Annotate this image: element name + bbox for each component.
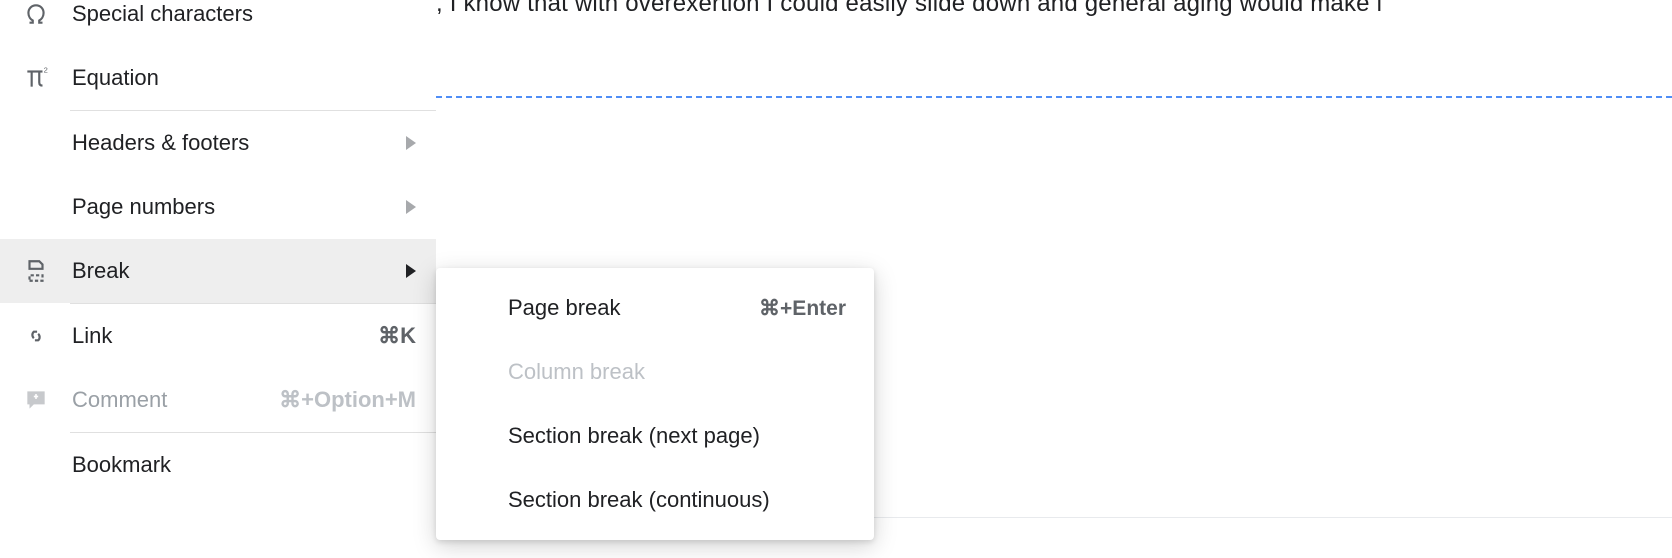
submenu-item-label: Column break xyxy=(508,359,846,385)
menu-item-label: Special characters xyxy=(72,1,416,27)
menu-item-special-characters[interactable]: Special characters xyxy=(0,0,436,46)
menu-item-label: Page numbers xyxy=(72,194,406,220)
menu-item-break[interactable]: Break xyxy=(0,239,436,303)
menu-shortcut: ⌘+Option+M xyxy=(279,387,416,413)
document-text-fragment: , I know that with overexertion I could … xyxy=(436,0,1382,18)
menu-item-bookmark[interactable]: Bookmark xyxy=(0,433,436,497)
break-submenu: Page break ⌘+Enter Column break Section … xyxy=(436,268,874,540)
menu-item-equation[interactable]: 2 Equation xyxy=(0,46,436,110)
menu-item-link[interactable]: Link ⌘K xyxy=(0,304,436,368)
submenu-item-label: Section break (continuous) xyxy=(508,487,846,513)
menu-item-page-numbers[interactable]: Page numbers xyxy=(0,175,436,239)
svg-text:2: 2 xyxy=(44,66,48,75)
submenu-item-label: Section break (next page) xyxy=(508,423,846,449)
submenu-item-page-break[interactable]: Page break ⌘+Enter xyxy=(436,276,874,340)
submenu-arrow-icon xyxy=(406,136,416,150)
submenu-item-label: Page break xyxy=(508,295,759,321)
menu-item-comment: Comment ⌘+Option+M xyxy=(0,368,436,432)
submenu-arrow-icon xyxy=(406,264,416,278)
page-break-icon xyxy=(22,257,50,285)
submenu-item-section-break-continuous[interactable]: Section break (continuous) xyxy=(436,468,874,532)
menu-item-label: Equation xyxy=(72,65,416,91)
submenu-arrow-icon xyxy=(406,200,416,214)
page-footer-edge xyxy=(872,517,1672,518)
menu-shortcut: ⌘K xyxy=(378,323,416,349)
menu-item-headers-footers[interactable]: Headers & footers xyxy=(0,111,436,175)
link-icon xyxy=(22,322,50,350)
submenu-item-section-break-next-page[interactable]: Section break (next page) xyxy=(436,404,874,468)
menu-item-label: Bookmark xyxy=(72,452,416,478)
menu-item-label: Break xyxy=(72,258,406,284)
omega-icon xyxy=(22,0,50,28)
menu-item-label: Comment xyxy=(72,387,269,413)
page-break-indicator xyxy=(436,96,1672,98)
submenu-item-column-break: Column break xyxy=(436,340,874,404)
submenu-shortcut: ⌘+Enter xyxy=(759,296,846,321)
insert-menu: Special characters 2 Equation Headers & … xyxy=(0,0,436,497)
pi-icon: 2 xyxy=(22,64,50,92)
menu-item-label: Headers & footers xyxy=(72,130,406,156)
menu-item-label: Link xyxy=(72,323,368,349)
comment-icon xyxy=(22,386,50,414)
